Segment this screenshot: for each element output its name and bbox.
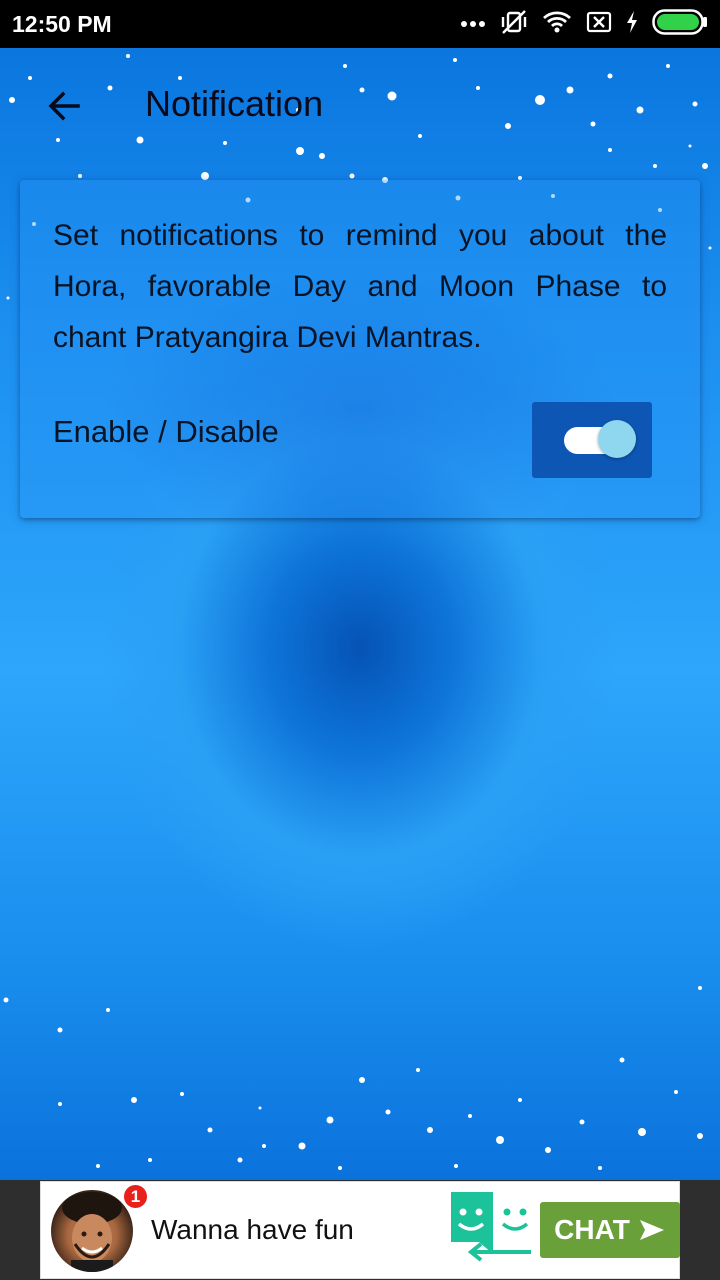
send-arrow-icon: [639, 1220, 664, 1240]
page-title: Notification: [145, 83, 324, 124]
ad-text: Wanna have fun: [151, 1214, 354, 1245]
chat-cta-label: CHAT: [554, 1214, 630, 1245]
charging-icon: [626, 10, 638, 38]
notification-description: Set notifications to remind you about th…: [53, 219, 667, 354]
arrow-left-icon: [48, 91, 80, 121]
vibrate-off-icon: [500, 9, 528, 40]
notification-screen: Notification Set notifications to remind…: [0, 48, 720, 1180]
status-bar: 12:50 PM: [0, 0, 720, 48]
toggle-knob: [598, 420, 636, 458]
sim-none-icon: [586, 11, 612, 38]
battery-icon: [652, 8, 708, 40]
status-time: 12:50 PM: [12, 11, 112, 37]
more-dots-icon: [460, 15, 486, 33]
chat-app-logo-icon: [451, 1192, 531, 1262]
app-bar: Notification: [0, 48, 720, 160]
ad-banner[interactable]: 1 Wanna have fun CHAT: [40, 1181, 680, 1279]
toggle-label: Enable / Disable: [53, 414, 279, 449]
avatar: [51, 1190, 133, 1272]
notification-badge: 1: [123, 1184, 148, 1209]
wifi-icon: [542, 10, 572, 39]
chat-cta-button[interactable]: CHAT: [540, 1202, 680, 1258]
ad-banner-container: 1 Wanna have fun CHAT: [0, 1180, 720, 1280]
notification-settings-card: Set notifications to remind you about th…: [20, 180, 700, 518]
back-button[interactable]: [40, 82, 88, 130]
status-icons: [460, 8, 708, 40]
enable-disable-toggle[interactable]: [532, 402, 652, 478]
